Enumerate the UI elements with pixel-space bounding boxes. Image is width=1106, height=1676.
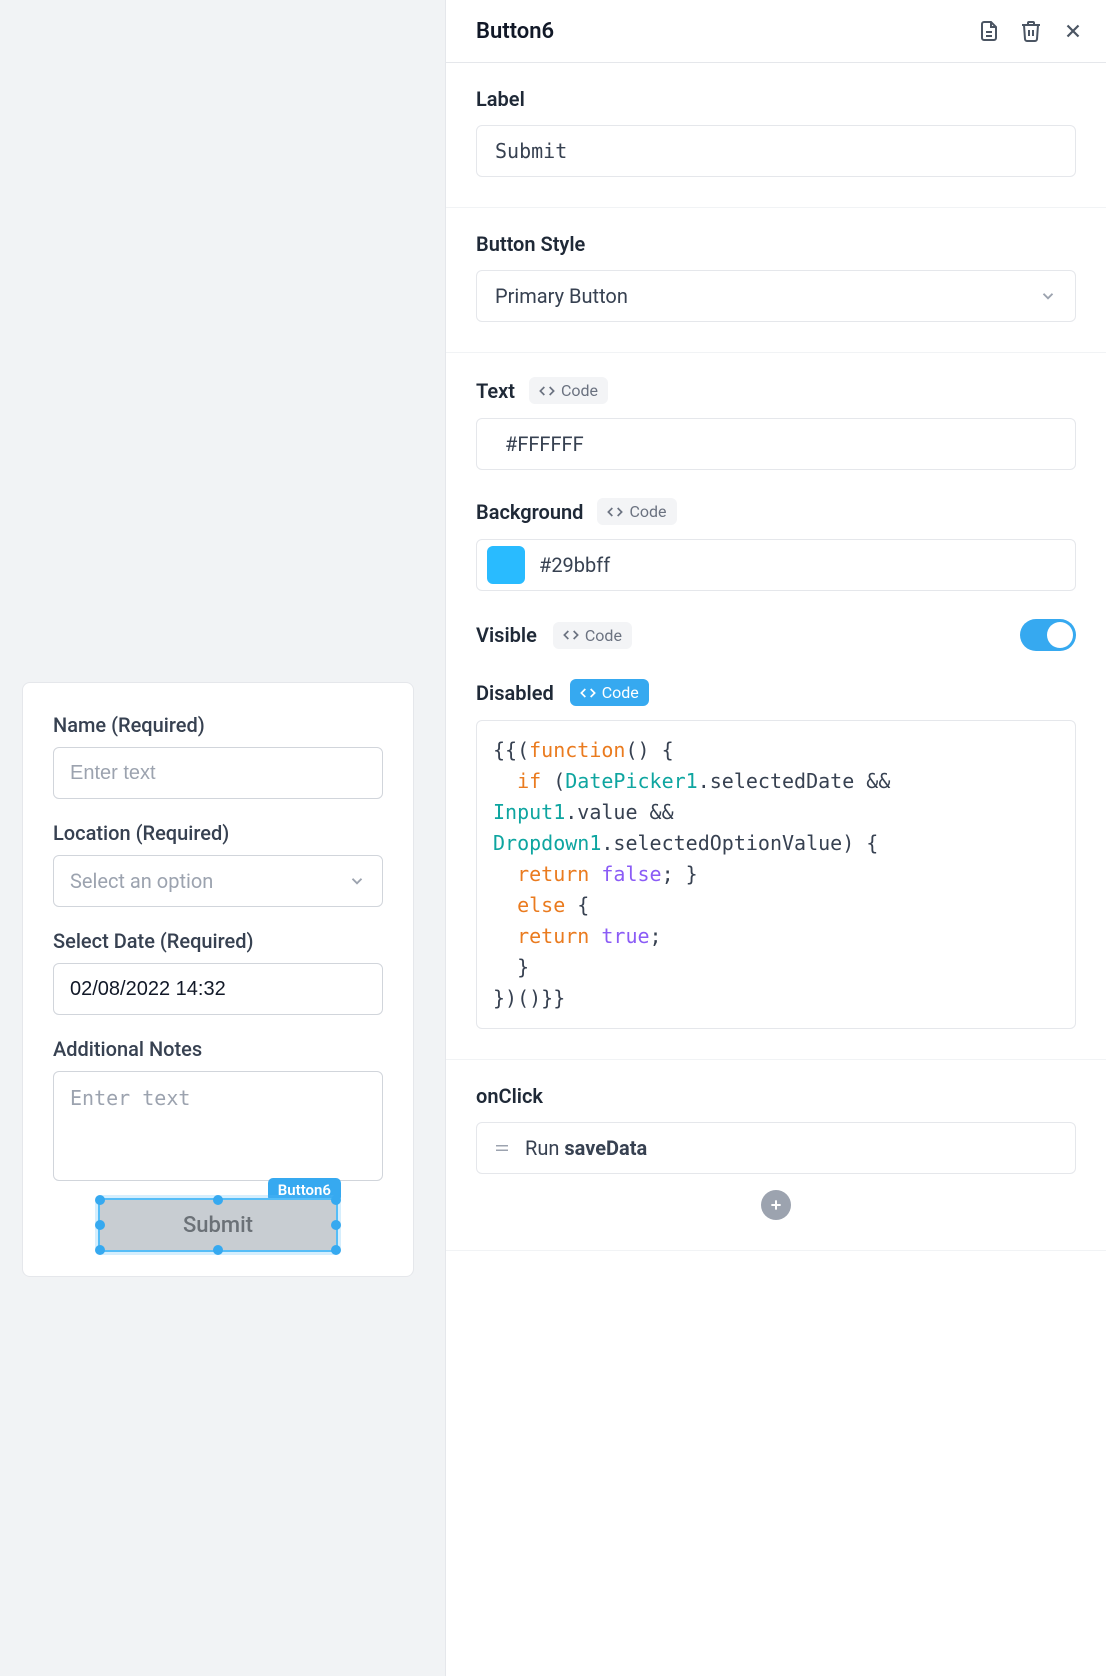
plus-icon — [768, 1197, 784, 1213]
style-value: Primary Button — [495, 284, 628, 308]
visible-heading: Visible — [476, 623, 537, 647]
visible-toggle[interactable] — [1020, 619, 1076, 651]
add-action-button[interactable] — [761, 1190, 791, 1220]
text-row: Text Code — [476, 377, 1076, 404]
style-heading: Button Style — [476, 232, 1076, 256]
resize-handle[interactable] — [95, 1220, 105, 1230]
disabled-row: Disabled Code — [476, 679, 1076, 706]
disabled-code-editor[interactable]: {{(function() { if (DatePicker1.selected… — [476, 720, 1076, 1029]
form-container: Name (Required) Location (Required) Sele… — [22, 682, 414, 1277]
submit-button-label: Submit — [183, 1213, 253, 1238]
name-input[interactable] — [53, 747, 383, 799]
code-chip-visible[interactable]: Code — [553, 622, 632, 649]
submit-wrapper: Button6 Submit — [53, 1198, 383, 1252]
section-label: Label — [446, 63, 1106, 208]
label-heading: Label — [476, 87, 1076, 111]
code-icon — [539, 383, 555, 399]
field-location: Location (Required) Select an option — [53, 821, 383, 907]
code-chip-bg[interactable]: Code — [597, 498, 676, 525]
color-swatch-bg — [487, 546, 525, 584]
text-color-input[interactable]: #FFFFFF — [476, 418, 1076, 470]
code-chip-text[interactable]: Code — [529, 377, 608, 404]
code-icon — [580, 685, 596, 701]
section-style: Button Style Primary Button — [446, 208, 1106, 353]
visible-row: Visible Code — [476, 619, 1076, 651]
toggle-knob — [1047, 622, 1073, 648]
code-icon — [607, 504, 623, 520]
panel-header: Button6 — [446, 0, 1106, 63]
name-label: Name (Required) — [53, 713, 383, 737]
properties-panel: Button6 Label Button Style Primary Butto… — [445, 0, 1106, 1676]
onclick-heading: onClick — [476, 1084, 1076, 1108]
bg-row: Background Code — [476, 498, 1076, 525]
field-notes: Additional Notes — [53, 1037, 383, 1186]
onclick-action[interactable]: Run saveData — [476, 1122, 1076, 1174]
bg-heading: Background — [476, 500, 583, 524]
panel-actions — [976, 18, 1086, 44]
app-root: Name (Required) Location (Required) Sele… — [0, 0, 1106, 1676]
disabled-heading: Disabled — [476, 681, 554, 705]
section-onclick: onClick Run saveData — [446, 1060, 1106, 1251]
canvas-area: Name (Required) Location (Required) Sele… — [0, 0, 445, 1676]
location-label: Location (Required) — [53, 821, 383, 845]
submit-button[interactable]: Submit — [98, 1198, 338, 1252]
notes-textarea[interactable] — [53, 1071, 383, 1181]
code-chip-disabled[interactable]: Code — [570, 679, 649, 706]
resize-handle[interactable] — [213, 1195, 223, 1205]
chevron-down-icon — [1039, 287, 1057, 305]
bg-color-input[interactable]: #29bbff — [476, 539, 1076, 591]
notes-label: Additional Notes — [53, 1037, 383, 1061]
resize-handle[interactable] — [331, 1220, 341, 1230]
date-input[interactable] — [53, 963, 383, 1015]
resize-handle[interactable] — [95, 1245, 105, 1255]
text-heading: Text — [476, 379, 515, 403]
trash-icon[interactable] — [1018, 18, 1044, 44]
close-icon[interactable] — [1060, 18, 1086, 44]
resize-handle[interactable] — [95, 1195, 105, 1205]
resize-handle[interactable] — [331, 1245, 341, 1255]
section-appearance: Text Code #FFFFFF Background Code #29 — [446, 353, 1106, 1060]
resize-handle[interactable] — [213, 1245, 223, 1255]
bg-color-value: #29bbff — [539, 553, 610, 577]
panel-title: Button6 — [476, 19, 554, 44]
chevron-down-icon — [348, 872, 366, 890]
date-label: Select Date (Required) — [53, 929, 383, 953]
drag-icon — [493, 1139, 511, 1157]
style-select[interactable]: Primary Button — [476, 270, 1076, 322]
field-date: Select Date (Required) — [53, 929, 383, 1015]
code-icon — [563, 627, 579, 643]
copy-icon[interactable] — [976, 18, 1002, 44]
field-name: Name (Required) — [53, 713, 383, 799]
resize-handle[interactable] — [331, 1195, 341, 1205]
location-select[interactable]: Select an option — [53, 855, 383, 907]
text-color-value: #FFFFFF — [505, 432, 584, 456]
location-placeholder: Select an option — [70, 869, 213, 893]
label-input[interactable] — [476, 125, 1076, 177]
